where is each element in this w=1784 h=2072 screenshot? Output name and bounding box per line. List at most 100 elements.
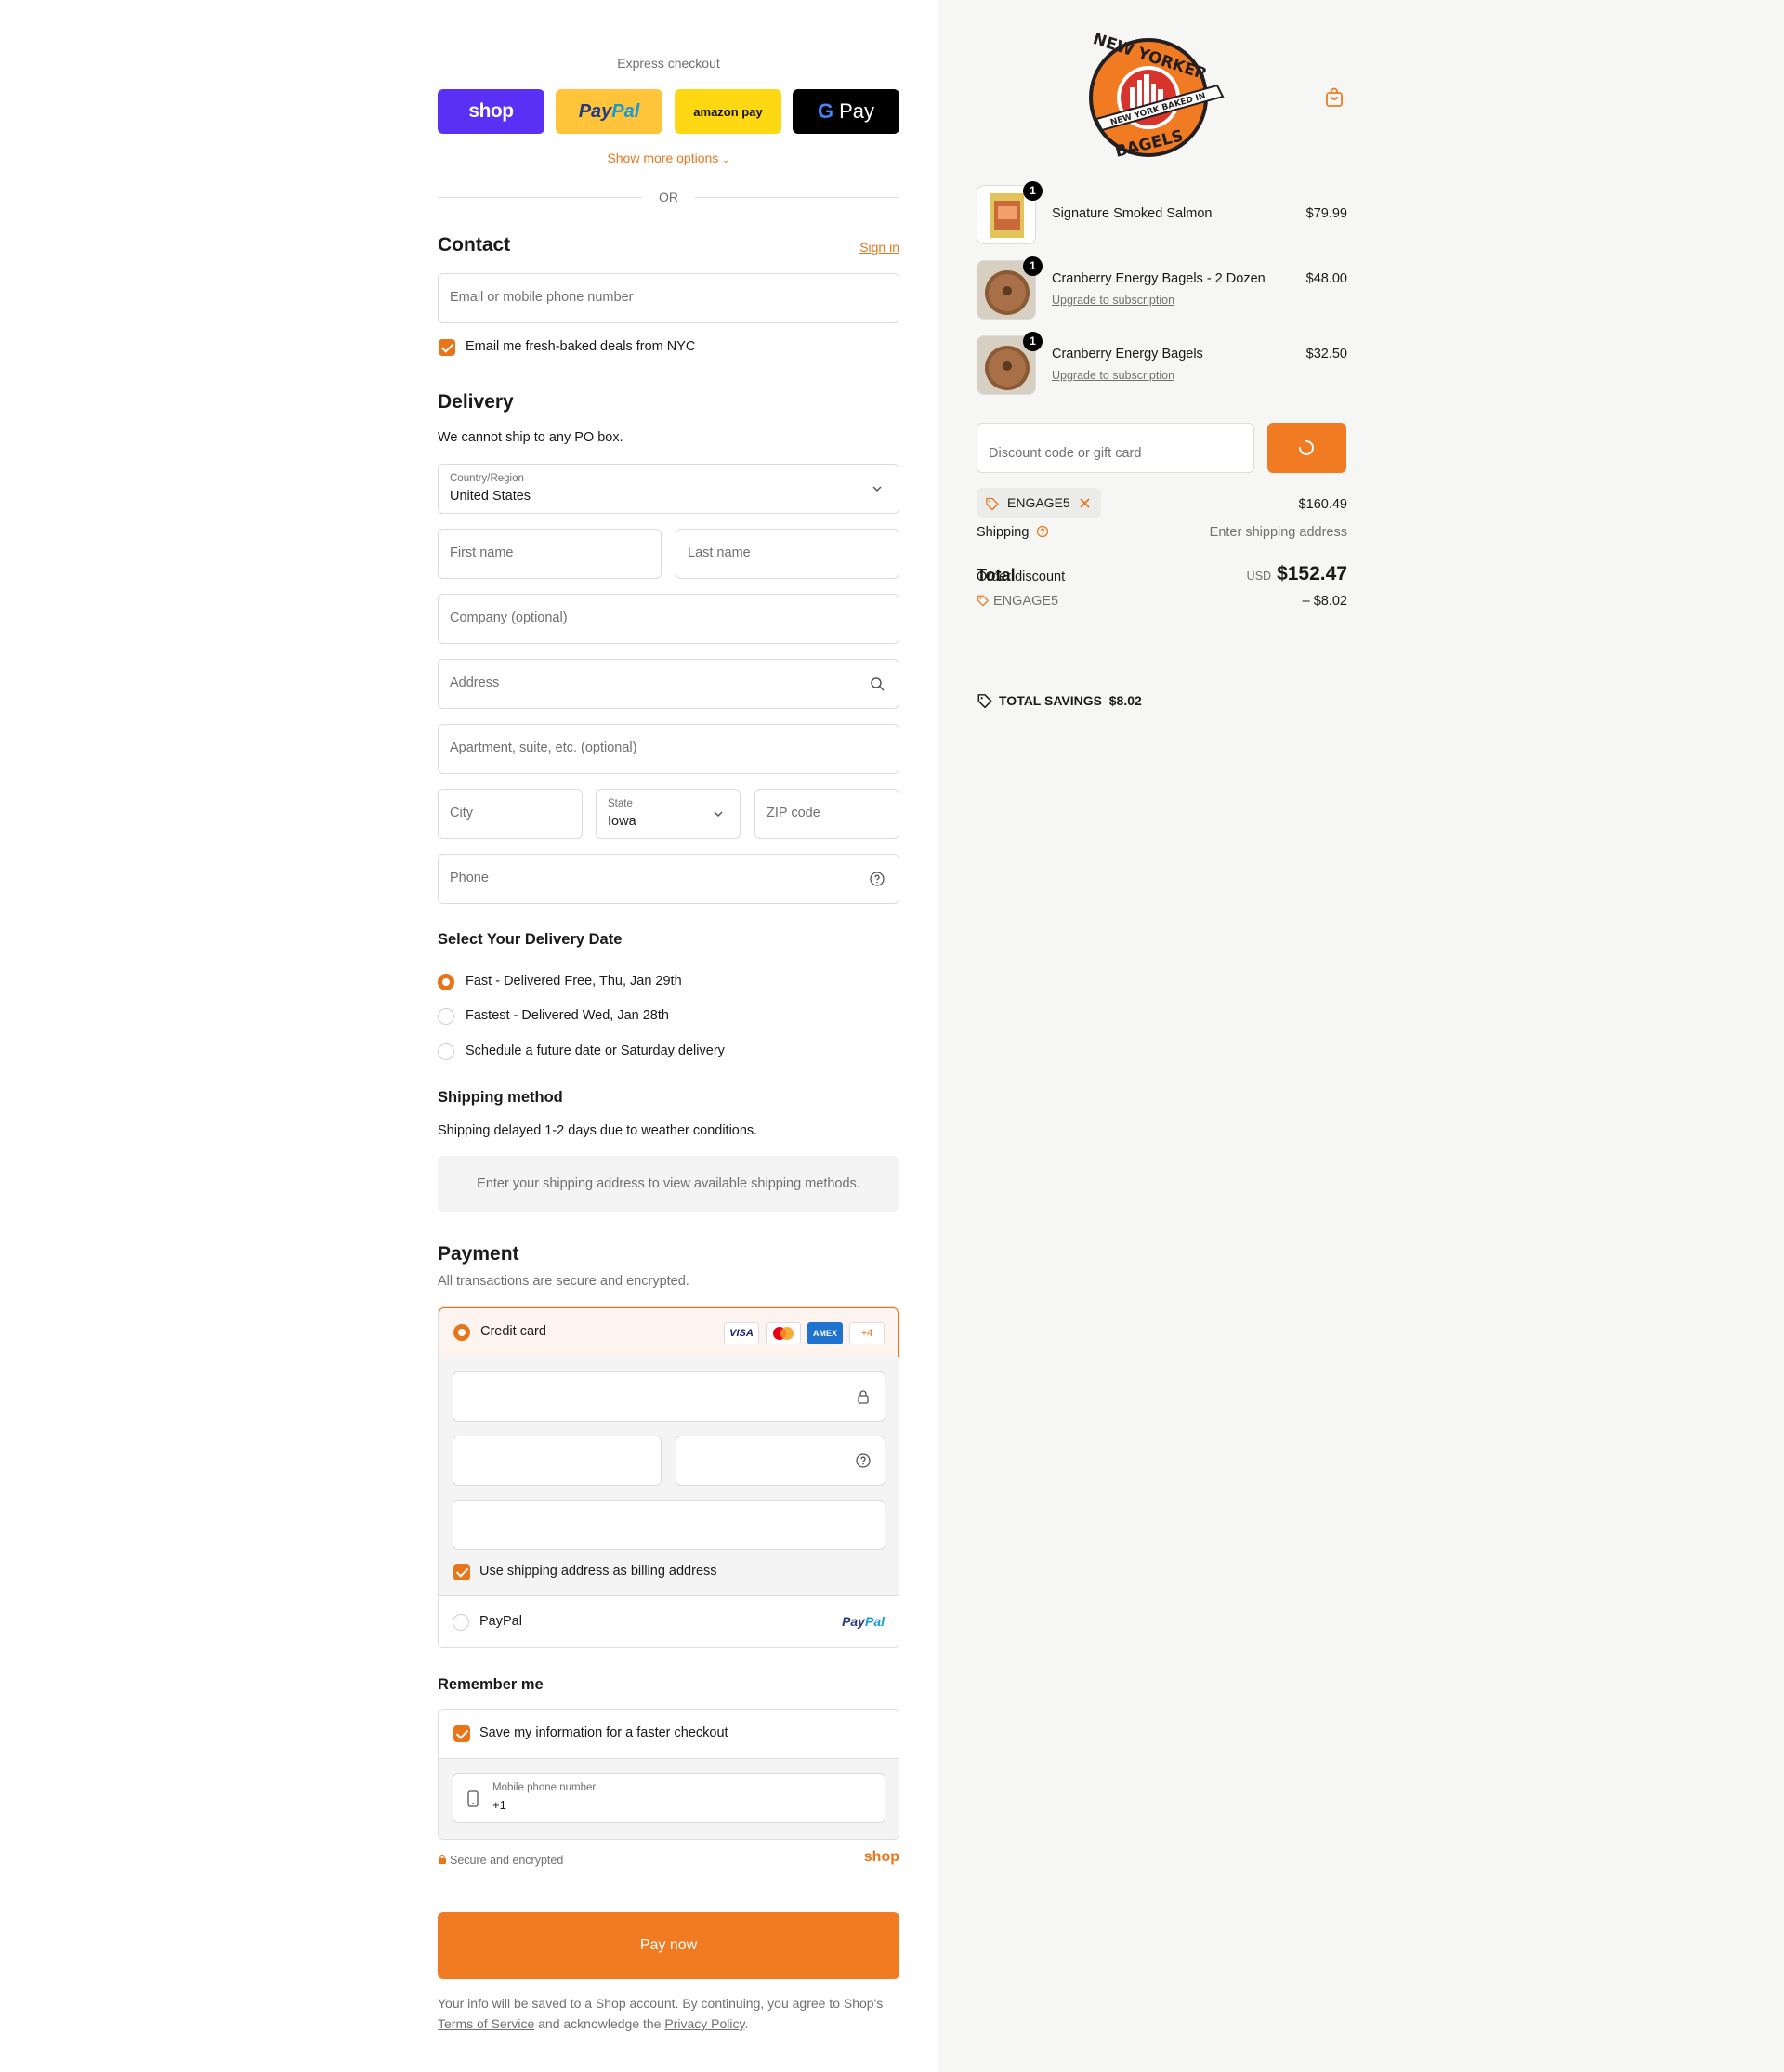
currency-code: USD bbox=[1246, 570, 1272, 583]
save-info-checkbox[interactable] bbox=[453, 1725, 470, 1742]
zip-field[interactable]: ZIP code bbox=[754, 789, 899, 839]
shipping-value: Enter shipping address bbox=[1209, 525, 1347, 540]
order-discount-label: Order discount bbox=[977, 570, 1066, 584]
chevron-down-icon: ⌄ bbox=[722, 155, 730, 165]
paypal-label: PayPal bbox=[479, 1614, 522, 1629]
state-select[interactable]: State Iowa bbox=[596, 789, 741, 839]
payment-subtitle: All transactions are secure and encrypte… bbox=[438, 1274, 689, 1289]
shipping-method-heading: Shipping method bbox=[438, 1089, 563, 1106]
shipping-label: Shipping bbox=[977, 525, 1049, 540]
mobile-phone-field[interactable]: Mobile phone number +1 bbox=[453, 1773, 885, 1823]
amazon-pay-logo: amazon pay bbox=[693, 104, 763, 119]
credit-card-option[interactable]: Credit card VISA AMEX +4 bbox=[439, 1307, 899, 1357]
loading-spinner-icon bbox=[1299, 440, 1314, 455]
pay-now-button[interactable]: Pay now bbox=[438, 1912, 899, 1979]
quantity-badge: 1 bbox=[1023, 181, 1043, 201]
show-more-options-link[interactable]: Show more options ⌄ bbox=[438, 151, 899, 165]
paypal-radio[interactable] bbox=[453, 1614, 469, 1631]
amazon-pay-button[interactable]: amazon pay bbox=[675, 89, 781, 134]
terms-of-service-link[interactable]: Terms of Service bbox=[438, 2016, 534, 2031]
or-divider: OR bbox=[438, 188, 899, 206]
more-cards-badge: +4 bbox=[849, 1322, 885, 1344]
delivery-option-fastest-radio[interactable] bbox=[438, 1008, 454, 1025]
lock-icon bbox=[439, 1854, 446, 1864]
paypal-option[interactable]: PayPal PayPal bbox=[439, 1595, 899, 1647]
cart-item-price: $79.99 bbox=[1305, 206, 1347, 221]
privacy-policy-link[interactable]: Privacy Policy bbox=[664, 2016, 744, 2031]
credit-card-radio[interactable] bbox=[453, 1324, 470, 1341]
payment-methods: Credit card VISA AMEX +4 Use shipping ad… bbox=[438, 1306, 899, 1648]
address-field[interactable]: Address bbox=[438, 659, 899, 709]
paypal-logo: PayPal bbox=[578, 100, 640, 122]
newsletter-checkbox[interactable] bbox=[439, 339, 455, 356]
remember-me-box: Save my information for a faster checkou… bbox=[438, 1709, 899, 1840]
card-expiry-field[interactable] bbox=[453, 1436, 662, 1486]
cart-item-name: Signature Smoked Salmon bbox=[1052, 206, 1213, 221]
order-summary-panel bbox=[938, 0, 1784, 2072]
delivery-option-schedule-radio[interactable] bbox=[438, 1043, 454, 1060]
chevron-down-icon bbox=[872, 486, 882, 492]
secure-encrypted-note: Secure and encrypted bbox=[438, 1854, 563, 1867]
shipping-delay-note: Shipping delayed 1-2 days due to weather… bbox=[438, 1123, 758, 1138]
shop-pay-logo: shop bbox=[468, 100, 514, 122]
apply-discount-button[interactable] bbox=[1267, 423, 1346, 473]
remember-me-heading: Remember me bbox=[438, 1676, 544, 1693]
delivery-option-fastest-label: Fastest - Delivered Wed, Jan 28th bbox=[466, 1008, 669, 1023]
quantity-badge: 1 bbox=[1023, 332, 1043, 351]
po-box-note: We cannot ship to any PO box. bbox=[438, 430, 623, 445]
billing-same-checkbox[interactable] bbox=[453, 1564, 470, 1580]
delivery-heading: Delivery bbox=[438, 391, 514, 413]
city-field[interactable]: City bbox=[438, 789, 583, 839]
credit-card-label: Credit card bbox=[480, 1324, 546, 1339]
discount-code-chip: ENGAGE5 bbox=[977, 488, 1101, 518]
upgrade-to-subscription-link[interactable]: Upgrade to subscription bbox=[1052, 294, 1174, 307]
total-savings: TOTAL SAVINGS $8.02 bbox=[977, 692, 1142, 709]
card-number-field[interactable] bbox=[453, 1371, 885, 1422]
paypal-logo: PayPal bbox=[842, 1614, 885, 1629]
discount-code-line: ENGAGE5 bbox=[977, 594, 1058, 609]
express-checkout-title: Express checkout bbox=[617, 56, 720, 71]
delivery-option-schedule-label: Schedule a future date or Saturday deliv… bbox=[466, 1043, 725, 1058]
total-value: USD $152.47 bbox=[1246, 563, 1347, 584]
close-icon[interactable] bbox=[1079, 497, 1091, 509]
cart-item-price: $32.50 bbox=[1305, 347, 1347, 361]
newsletter-label: Email me fresh-baked deals from NYC bbox=[466, 339, 696, 354]
help-icon[interactable] bbox=[855, 1452, 872, 1469]
chevron-down-icon bbox=[714, 811, 723, 818]
amex-icon: AMEX bbox=[807, 1322, 843, 1344]
cart-item-price: $48.00 bbox=[1305, 271, 1347, 286]
discount-value: – $8.02 bbox=[1302, 594, 1347, 609]
help-icon[interactable] bbox=[1036, 525, 1049, 538]
paypal-button[interactable]: PayPal bbox=[556, 89, 662, 134]
upgrade-to-subscription-link[interactable]: Upgrade to subscription bbox=[1052, 369, 1174, 382]
card-cvv-field[interactable] bbox=[676, 1436, 885, 1486]
shop-pay-button[interactable]: shop bbox=[438, 89, 544, 134]
credit-card-fields: Use shipping address as billing address bbox=[439, 1357, 899, 1595]
card-name-field[interactable] bbox=[453, 1500, 885, 1550]
shopping-bag-icon[interactable] bbox=[1323, 86, 1345, 109]
new-yorker-bagels-logo[interactable]: NEW YORK BAKED IN NEW YORKER BAGELS bbox=[1087, 33, 1226, 162]
mobile-phone-icon bbox=[467, 1790, 479, 1807]
company-field[interactable]: Company (optional) bbox=[438, 594, 899, 644]
country-select[interactable]: Country/Region United States bbox=[438, 464, 899, 514]
phone-field[interactable]: Phone bbox=[438, 854, 899, 904]
tag-icon bbox=[977, 694, 992, 709]
contact-heading: Contact bbox=[438, 234, 511, 256]
apartment-field[interactable]: Apartment, suite, etc. (optional) bbox=[438, 724, 899, 774]
mastercard-icon bbox=[766, 1322, 801, 1344]
shop-logo: shop bbox=[863, 1849, 899, 1865]
discount-code-field[interactable]: Discount code or gift card bbox=[977, 423, 1254, 473]
sign-in-link[interactable]: Sign in bbox=[859, 240, 899, 255]
shipping-methods-placeholder: Enter your shipping address to view avai… bbox=[438, 1156, 899, 1212]
first-name-field[interactable]: First name bbox=[438, 529, 662, 579]
visa-icon: VISA bbox=[724, 1322, 759, 1344]
delivery-option-fast-radio[interactable] bbox=[438, 974, 454, 990]
delivery-date-heading: Select Your Delivery Date bbox=[438, 931, 623, 948]
email-field[interactable]: Email or mobile phone number bbox=[438, 273, 899, 323]
last-name-field[interactable]: Last name bbox=[676, 529, 899, 579]
google-pay-button[interactable]: G Pay bbox=[793, 89, 899, 134]
quantity-badge: 1 bbox=[1023, 256, 1043, 276]
help-icon[interactable] bbox=[869, 871, 885, 887]
subtotal-value: $160.49 bbox=[1298, 497, 1347, 512]
search-icon bbox=[871, 677, 885, 691]
